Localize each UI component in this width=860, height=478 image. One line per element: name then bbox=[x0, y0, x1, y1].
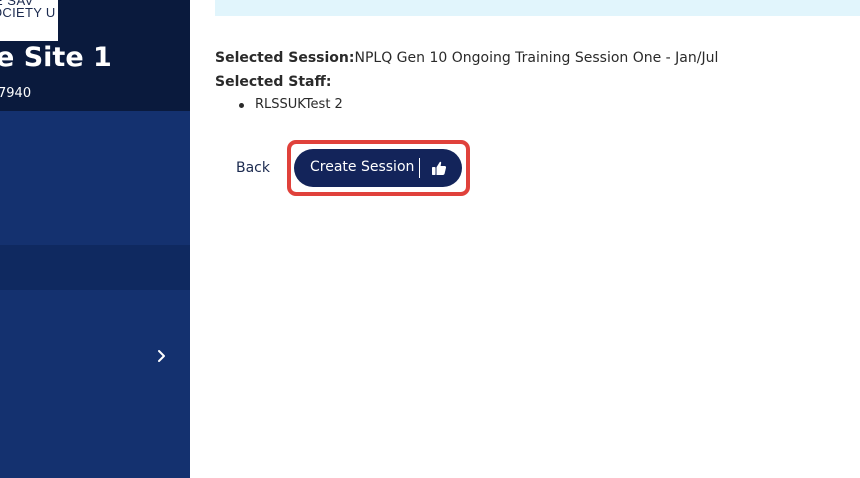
logo: E SAV OCIETY U bbox=[0, 0, 58, 41]
selected-session: Selected Session:NPLQ Gen 10 Ongoing Tra… bbox=[215, 50, 718, 66]
selected-session-value: NPLQ Gen 10 Ongoing Training Session One… bbox=[354, 50, 719, 66]
staff-list: RLSSUKTest 2 bbox=[237, 97, 343, 112]
sidebar-item-active[interactable] bbox=[0, 245, 190, 290]
site-code: 7940 bbox=[0, 86, 32, 101]
selected-session-label: Selected Session: bbox=[215, 50, 355, 66]
sidebar-header: E SAV OCIETY U e Site 1 7940 bbox=[0, 0, 190, 111]
info-banner bbox=[215, 0, 860, 16]
staff-name: RLSSUKTest 2 bbox=[255, 97, 343, 112]
selected-staff-label: Selected Staff: bbox=[215, 74, 332, 90]
app-root: E SAV OCIETY U e Site 1 7940 Selected Se… bbox=[0, 0, 860, 478]
back-button[interactable]: Back bbox=[236, 158, 276, 178]
selected-staff: Selected Staff: bbox=[215, 74, 331, 90]
logo-text-line2: OCIETY U bbox=[0, 5, 56, 20]
sidebar: E SAV OCIETY U e Site 1 7940 bbox=[0, 0, 190, 478]
thumbs-up-icon bbox=[431, 160, 447, 176]
button-divider bbox=[419, 158, 420, 178]
create-session-button[interactable]: Create Session bbox=[294, 149, 462, 187]
create-session-label: Create Session bbox=[310, 159, 415, 175]
chevron-right-icon[interactable] bbox=[154, 346, 170, 366]
list-item: RLSSUKTest 2 bbox=[237, 97, 343, 112]
site-title: e Site 1 bbox=[0, 42, 112, 73]
bullet-icon bbox=[239, 103, 244, 108]
